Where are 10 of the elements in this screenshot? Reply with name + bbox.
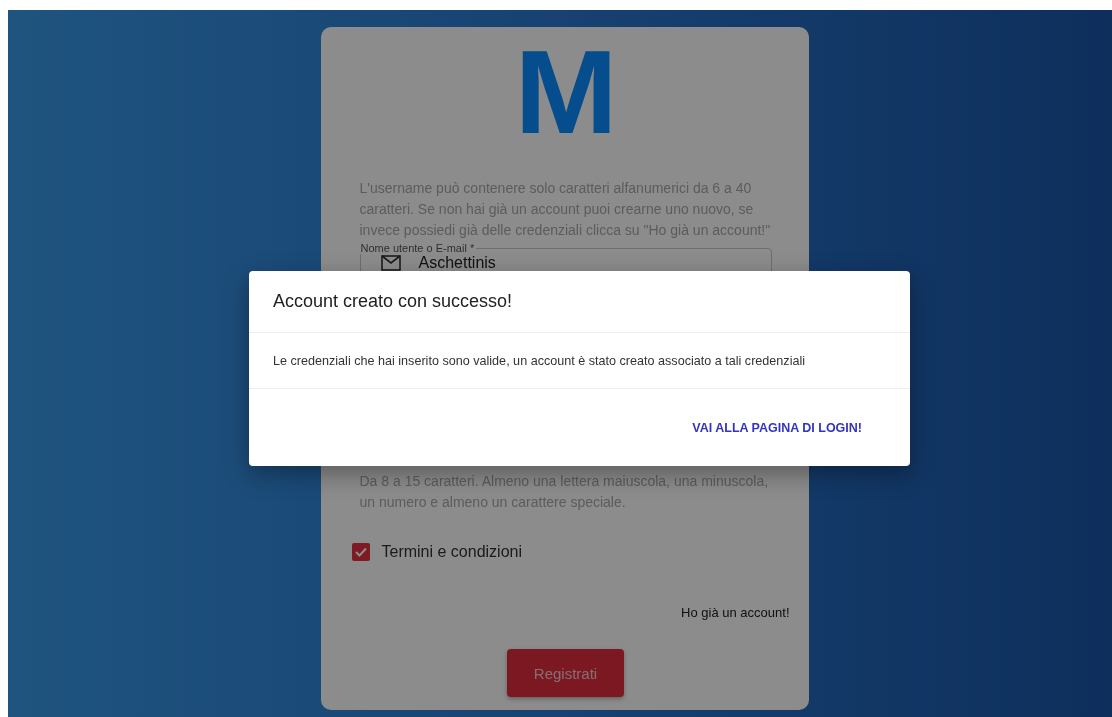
terms-checkbox[interactable] xyxy=(351,543,370,561)
mail-icon xyxy=(380,255,401,271)
checkbox-label: Termini e condizioni xyxy=(381,543,522,561)
field-value: Aschettinis xyxy=(418,254,496,272)
login-page-button[interactable]: VAI ALLA PAGINA DI LOGIN! xyxy=(684,414,870,441)
dialog-message: Le credenziali che hai inserito sono valide, un account è stato creato associato a tali credenziali xyxy=(273,353,806,368)
logo: M xyxy=(514,33,617,151)
login-link[interactable]: Ho già un account! xyxy=(681,605,790,620)
dialog-title: Account creato con successo! xyxy=(273,291,513,312)
field-label: Nome utente o E-mail * xyxy=(359,243,476,254)
